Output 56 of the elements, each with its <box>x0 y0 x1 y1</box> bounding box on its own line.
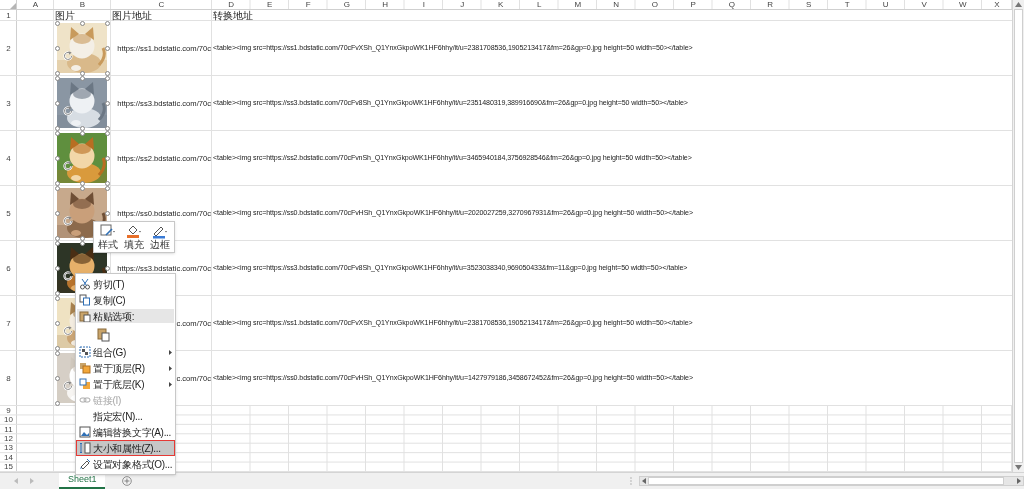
menu-item[interactable]: 编辑替换文字(A)... <box>77 425 174 439</box>
row-header[interactable]: 8 <box>0 351 17 406</box>
row-header[interactable]: 13 <box>0 443 17 454</box>
column-header[interactable]: F <box>289 0 328 10</box>
toolbar-button[interactable]: 边框 <box>148 224 172 250</box>
column-header[interactable]: H <box>366 0 405 10</box>
row-header[interactable]: 10 <box>0 415 17 425</box>
column-header[interactable]: S <box>789 0 828 10</box>
column-header[interactable]: G <box>327 0 366 10</box>
row-header[interactable]: 7 <box>0 296 17 351</box>
column-header[interactable]: M <box>558 0 597 10</box>
menu-section-header: 粘贴选项: <box>77 309 174 323</box>
column-header[interactable]: P <box>674 0 713 10</box>
column-header[interactable]: B <box>54 0 111 10</box>
row-header[interactable]: 11 <box>0 424 17 435</box>
column-header[interactable]: A <box>17 0 54 10</box>
table-cell-text: 转换地址 <box>212 10 254 21</box>
column-header[interactable]: C <box>111 0 212 10</box>
row-header[interactable]: 4 <box>0 131 17 186</box>
row-header[interactable]: 2 <box>0 21 17 76</box>
column-header[interactable]: K <box>481 0 520 10</box>
column-header[interactable]: E <box>250 0 289 10</box>
table-cell-text: 图片地址 <box>111 10 153 21</box>
column-header[interactable]: X <box>982 0 1012 10</box>
menu-item[interactable]: 复制(C) <box>77 293 174 307</box>
row-header[interactable]: 1 <box>0 10 17 21</box>
row-header[interactable]: 9 <box>0 406 17 416</box>
column-header[interactable]: T <box>828 0 867 10</box>
menu-item[interactable]: 置于顶层(R) <box>77 361 174 375</box>
row-header[interactable]: 6 <box>0 241 17 296</box>
column-header[interactable]: Q <box>712 0 751 10</box>
column-header[interactable]: D <box>212 0 251 10</box>
row-header[interactable]: 3 <box>0 76 17 131</box>
column-header[interactable]: O <box>635 0 674 10</box>
column-header[interactable]: W <box>943 0 982 10</box>
column-header[interactable]: R <box>751 0 790 10</box>
row-header[interactable]: 15 <box>0 462 17 472</box>
column-header[interactable]: N <box>597 0 636 10</box>
table-cell-text: 图片 <box>54 10 76 21</box>
menu-item[interactable]: 组合(G) <box>77 345 174 359</box>
sheet-tab[interactable]: Sheet1 <box>58 473 106 489</box>
column-header[interactable]: J <box>443 0 482 10</box>
menu-item[interactable]: 大小和属性(Z)... <box>77 441 174 455</box>
row-header[interactable]: 5 <box>0 186 17 241</box>
toolbar-button[interactable]: 填充 <box>122 224 146 250</box>
toolbar-button[interactable]: 样式 <box>96 224 120 250</box>
column-header[interactable]: V <box>905 0 944 10</box>
row-header[interactable]: 14 <box>0 453 17 463</box>
column-header[interactable]: I <box>404 0 443 10</box>
menu-item[interactable]: 置于底层(K) <box>77 377 174 391</box>
row-header[interactable]: 12 <box>0 434 17 444</box>
menu-item[interactable]: 设置对象格式(O)... <box>77 457 174 471</box>
column-header[interactable]: L <box>520 0 559 10</box>
column-header[interactable]: U <box>866 0 905 10</box>
menu-item[interactable]: 剪切(T) <box>77 277 174 291</box>
menu-item[interactable]: 指定宏(N)... <box>77 409 174 423</box>
